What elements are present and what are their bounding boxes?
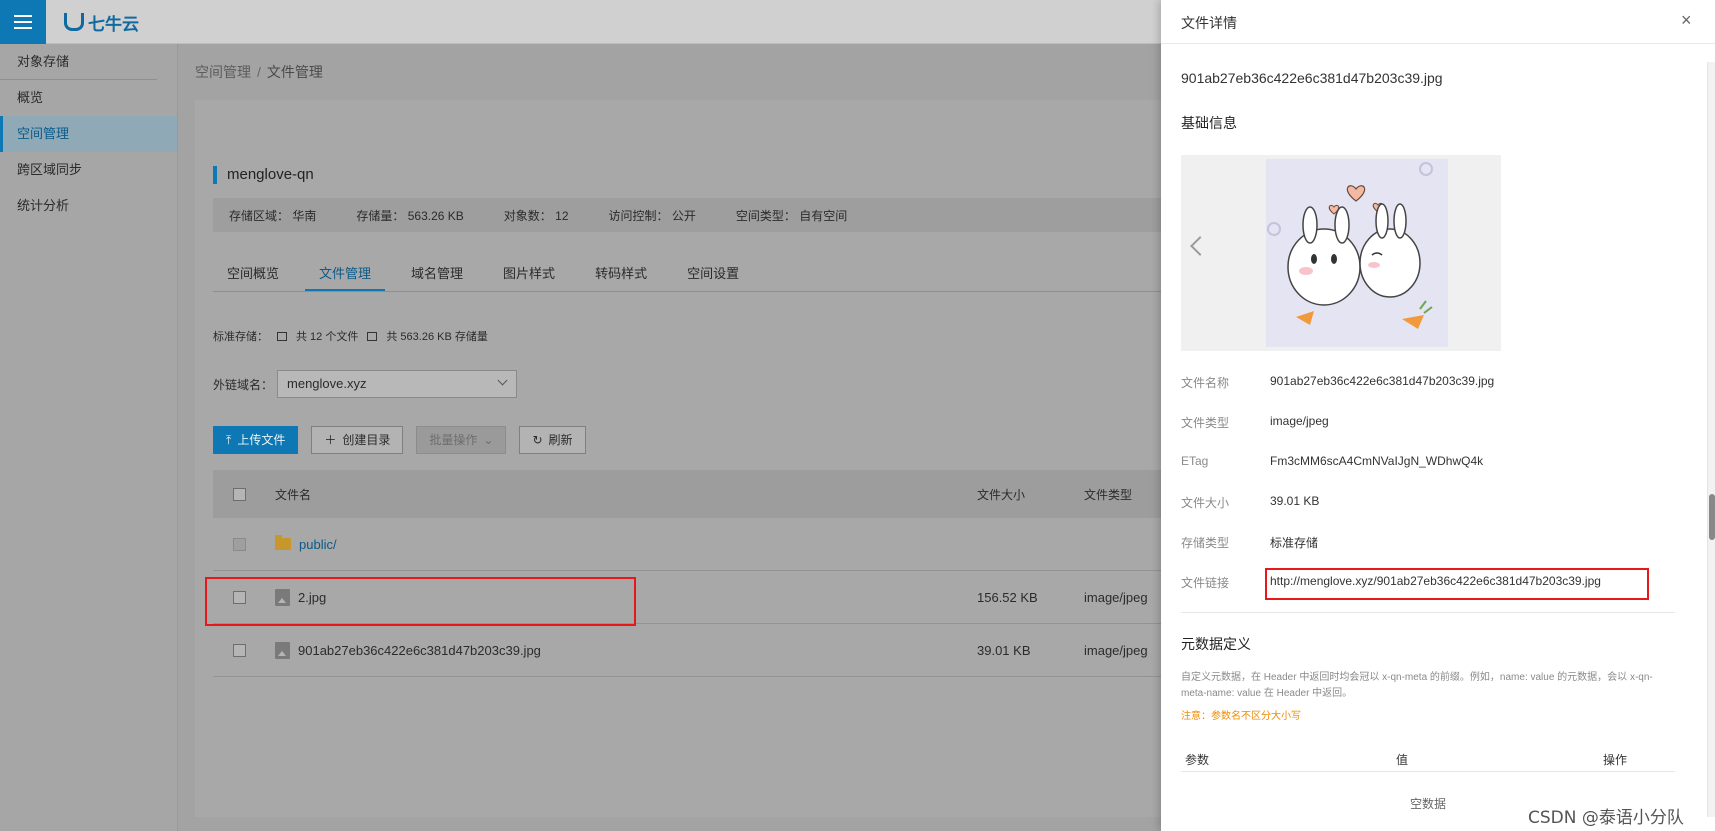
- bucket-type-info: 空间类型： 自有空间: [735, 208, 848, 223]
- detail-row-file-type: 文件类型 image/jpeg: [1181, 414, 1329, 430]
- image-preview: [1181, 155, 1501, 351]
- storage-icon: [367, 331, 378, 341]
- basic-info-title: 基础信息: [1181, 115, 1237, 131]
- tab-space-overview[interactable]: 空间概览: [213, 256, 293, 291]
- detail-row-file-size: 文件大小 39.01 KB: [1181, 494, 1320, 510]
- scrollbar-thumb[interactable]: [1709, 494, 1715, 540]
- column-header-name[interactable]: 文件名: [275, 486, 977, 503]
- divider: [1181, 612, 1675, 613]
- drawer-file-name: 901ab27eb36c422e6c381d47b203c39.jpg: [1181, 70, 1443, 86]
- breadcrumb-parent[interactable]: 空间管理: [195, 64, 251, 80]
- metadata-header-param: 参数: [1185, 753, 1210, 767]
- menu-toggle-button[interactable]: [0, 0, 46, 44]
- bucket-card: menglove-qn 存储区域： 华南 存储量： 563.26 KB 对象数：…: [195, 100, 1303, 817]
- upload-file-button[interactable]: ⤒ 上传文件: [213, 426, 299, 454]
- qiniu-logo-icon: [64, 13, 84, 31]
- domain-select[interactable]: menglove.xyz: [277, 370, 518, 398]
- hamburger-icon: [14, 15, 32, 29]
- highlight-box-file-link: [1265, 568, 1649, 600]
- file-detail-drawer: 文件详情 × 901ab27eb36c422e6c381d47b203c39.j…: [1161, 0, 1715, 831]
- plus-icon: ＋: [324, 433, 337, 447]
- sidebar-item-statistics[interactable]: 统计分析: [0, 188, 177, 224]
- breadcrumb-current: 文件管理: [266, 64, 323, 80]
- tab-file-management[interactable]: 文件管理: [305, 256, 386, 291]
- tab-space-settings[interactable]: 空间设置: [673, 256, 753, 291]
- column-header-size[interactable]: 文件大小: [977, 486, 1084, 503]
- region-info: 存储区域： 华南: [229, 208, 317, 223]
- table-row[interactable]: 901ab27eb36c422e6c381d47b203c39.jpg 39.0…: [213, 624, 1303, 677]
- metadata-title: 元数据定义: [1181, 636, 1251, 652]
- qiniu-logo[interactable]: 七牛云: [64, 9, 139, 35]
- metadata-header-action: 操作: [1603, 753, 1628, 767]
- row-checkbox[interactable]: [233, 643, 246, 657]
- domain-select-value: menglove.xyz: [287, 376, 367, 391]
- detail-row-storage-type: 存储类型 标准存储: [1181, 536, 1319, 550]
- storage-summary: 标准存储： 共 12 个文件 共 563.26 KB 存储量: [213, 331, 488, 343]
- logo-text: 七牛云: [88, 14, 139, 34]
- file-table-header: 文件名 文件大小 文件类型: [213, 470, 1303, 518]
- breadcrumb: 空间管理 / 文件管理: [195, 62, 323, 82]
- csdn-watermark: CSDN @泰语小分队: [1528, 808, 1684, 828]
- detail-row-file-name: 文件名称 901ab27eb36c422e6c381d47b203c39.jpg: [1181, 374, 1495, 390]
- file-name-link[interactable]: public/: [299, 537, 337, 552]
- preview-image-rabbits: [1266, 159, 1448, 347]
- folder-icon: [275, 535, 291, 550]
- object-count-info: 对象数： 12: [503, 208, 569, 223]
- metadata-table-header: 参数 值 操作: [1181, 748, 1675, 772]
- select-all-checkbox[interactable]: [233, 487, 246, 501]
- tab-image-styles[interactable]: 图片样式: [489, 256, 569, 291]
- drawer-scrollbar[interactable]: [1707, 62, 1715, 817]
- previous-arrow-icon[interactable]: [1190, 236, 1210, 256]
- create-directory-button[interactable]: ＋创建目录: [311, 426, 404, 454]
- drawer-title: 文件详情: [1181, 15, 1237, 31]
- tab-transcode-styles[interactable]: 转码样式: [581, 256, 661, 291]
- storage-info: 存储量： 563.26 KB: [356, 208, 464, 223]
- detail-row-etag: ETag Fm3cMM6scA4CmNVaIJgN_WDhwQ4k: [1181, 454, 1484, 468]
- domain-row: 外链域名： menglove.xyz: [213, 370, 518, 398]
- drawer-header: 文件详情 ×: [1161, 0, 1715, 44]
- sidebar-item-object-storage[interactable]: 对象存储: [0, 44, 157, 80]
- file-size: 156.52 KB: [977, 589, 1038, 605]
- close-icon[interactable]: ×: [1681, 11, 1695, 29]
- domain-label: 外链域名：: [213, 377, 274, 392]
- bucket-info-bar: 存储区域： 华南 存储量： 563.26 KB 对象数： 12 访问控制： 公开…: [213, 198, 1213, 232]
- refresh-icon: ↻: [532, 433, 543, 447]
- sidebar-item-cross-region-sync[interactable]: 跨区域同步: [0, 152, 177, 188]
- sidebar-item-overview[interactable]: 概览: [0, 80, 177, 116]
- batch-operation-button[interactable]: 批量操作 ⌄: [416, 426, 507, 454]
- row-checkbox[interactable]: [233, 537, 246, 551]
- chevron-down-icon: [497, 375, 508, 386]
- file-size: 39.01 KB: [977, 642, 1031, 658]
- sidebar: 对象存储 概览 空间管理 跨区域同步 统计分析: [0, 44, 178, 831]
- breadcrumb-separator: /: [257, 64, 261, 80]
- bucket-tabs: 空间概览 文件管理 域名管理 图片样式 转码样式 空间设置: [213, 256, 1213, 292]
- refresh-button[interactable]: ↻ 刷新: [519, 426, 586, 454]
- highlight-box-file-row: [205, 577, 636, 626]
- metadata-note: 注意：参数名不区分大小写: [1181, 711, 1301, 722]
- file-name[interactable]: 901ab27eb36c422e6c381d47b203c39.jpg: [298, 643, 541, 658]
- folder-outline-icon: [277, 331, 287, 341]
- access-control-info: 访问控制： 公开: [608, 208, 696, 223]
- sidebar-item-bucket-management[interactable]: 空间管理: [0, 116, 177, 152]
- metadata-header-value: 值: [1396, 753, 1409, 767]
- file-table: 文件名 文件大小 文件类型 public/ 2.jpg 156.52 KB im…: [213, 470, 1303, 677]
- chevron-down-icon: ⌄: [483, 433, 494, 447]
- metadata-description: 自定义元数据，在 Header 中返回时均会冠以 x-qn-meta 的前缀。例…: [1181, 672, 1653, 699]
- file-toolbar: ⤒ 上传文件 ＋创建目录 批量操作 ⌄ ↻ 刷新: [213, 426, 586, 454]
- image-file-icon: [275, 641, 290, 659]
- upload-icon: ⤒: [226, 433, 232, 447]
- tab-domain-management[interactable]: 域名管理: [397, 256, 477, 291]
- bucket-name: menglove-qn: [213, 166, 314, 184]
- table-row[interactable]: public/: [213, 518, 1303, 571]
